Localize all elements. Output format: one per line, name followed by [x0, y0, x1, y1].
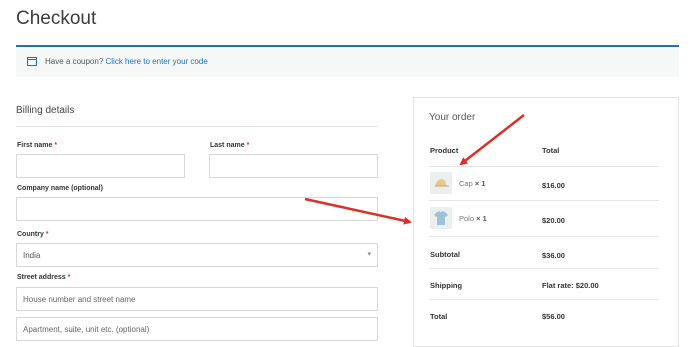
annotation-arrow-polo [304, 197, 412, 225]
annotation-arrow-cap [459, 114, 525, 166]
annotation-arrows [304, 114, 525, 225]
